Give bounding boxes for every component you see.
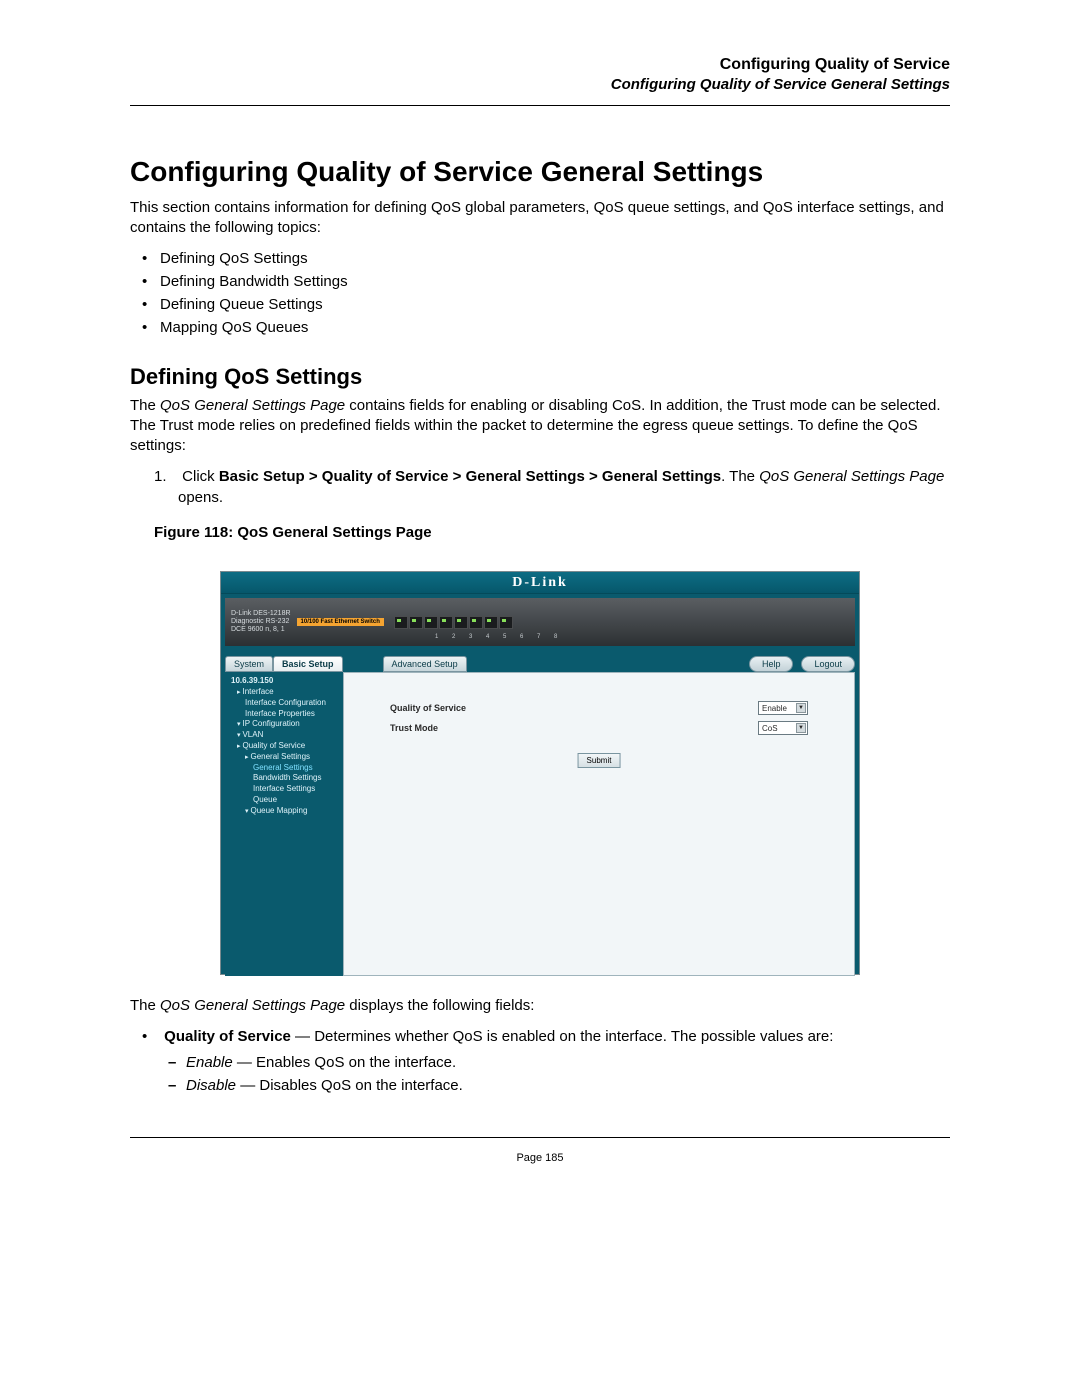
- step-1: 1. Click Basic Setup > Quality of Servic…: [130, 466, 950, 508]
- topics-list: Defining QoS Settings Defining Bandwidth…: [130, 247, 950, 340]
- header-rule: [130, 105, 950, 106]
- tab-basic-setup[interactable]: Basic Setup: [273, 656, 343, 672]
- running-header-title: Configuring Quality of Service: [130, 56, 950, 74]
- page-number: Page 185: [130, 1152, 950, 1164]
- tree-item-interface-properties[interactable]: Interface Properties: [231, 709, 341, 720]
- fast-ethernet-badge: 10/100 Fast Ethernet Switch: [297, 618, 384, 626]
- field-qos: Quality of Service — Determines whether …: [160, 1026, 950, 1097]
- device-model-label: D-Link DES-1218R Diagnostic RS-232 DCE 9…: [231, 610, 291, 635]
- port-icon: [424, 616, 438, 629]
- intro-paragraph: This section contains information for de…: [130, 198, 950, 239]
- topic-item: Mapping QoS Queues: [160, 316, 950, 339]
- fields-list: Quality of Service — Determines whether …: [130, 1026, 950, 1097]
- tree-item-general-settings[interactable]: General Settings: [231, 763, 341, 774]
- content-panel: Quality of Service Enable ▼ Trust Mode C…: [343, 672, 855, 976]
- logout-button[interactable]: Logout: [801, 656, 855, 672]
- trust-mode-label: Trust Mode: [390, 723, 560, 733]
- tree-item-qos[interactable]: Quality of Service: [231, 741, 341, 752]
- qos-label: Quality of Service: [390, 703, 560, 713]
- tree-item-interface[interactable]: Interface: [231, 687, 341, 698]
- tree-item-vlan[interactable]: VLAN: [231, 730, 341, 741]
- trust-mode-select-value: CoS: [762, 724, 778, 733]
- tree-root-ip[interactable]: 10.6.39.150: [231, 676, 341, 687]
- qos-select-value: Enable: [762, 704, 787, 713]
- tree-item-general-settings-group[interactable]: General Settings: [231, 752, 341, 763]
- nav-tree: 10.6.39.150 Interface Interface Configur…: [225, 672, 343, 976]
- field-value-disable: Disable — Disables QoS on the interface.: [186, 1075, 950, 1098]
- port-icon: [409, 616, 423, 629]
- port-icon: [439, 616, 453, 629]
- port-icon: [499, 616, 513, 629]
- trust-mode-select[interactable]: CoS ▼: [758, 721, 808, 735]
- fields-intro: The QoS General Settings Page displays t…: [130, 995, 950, 1016]
- running-header-subtitle: Configuring Quality of Service General S…: [130, 76, 950, 93]
- submit-button[interactable]: Submit: [578, 753, 621, 768]
- tree-item-ip-config[interactable]: IP Configuration: [231, 719, 341, 730]
- dropdown-arrow-icon: ▼: [796, 703, 806, 713]
- field-value-enable: Enable — Enables QoS on the interface.: [186, 1052, 950, 1075]
- help-button[interactable]: Help: [749, 656, 794, 672]
- section-intro: The QoS General Settings Page contains f…: [130, 396, 950, 457]
- tree-item-bandwidth-settings[interactable]: Bandwidth Settings: [231, 773, 341, 784]
- topic-item: Defining Bandwidth Settings: [160, 270, 950, 293]
- page-heading: Configuring Quality of Service General S…: [130, 156, 950, 188]
- tree-item-queue-mapping[interactable]: Queue Mapping: [231, 806, 341, 817]
- port-icon: [454, 616, 468, 629]
- port-icon: [394, 616, 408, 629]
- port-numbers: 1 2 3 4 5 6 7 8: [435, 634, 563, 640]
- brand-bar: D-Link: [221, 572, 859, 594]
- port-icon: [484, 616, 498, 629]
- footer-rule: [130, 1137, 950, 1138]
- tree-item-interface-config[interactable]: Interface Configuration: [231, 698, 341, 709]
- section-heading: Defining QoS Settings: [130, 364, 950, 390]
- figure-qos-general-settings: D-Link D-Link DES-1218R Diagnostic RS-23…: [220, 571, 860, 975]
- figure-caption: Figure 118: QoS General Settings Page: [130, 524, 950, 541]
- topic-item: Defining QoS Settings: [160, 247, 950, 270]
- dropdown-arrow-icon: ▼: [796, 723, 806, 733]
- tab-advanced-setup[interactable]: Advanced Setup: [383, 656, 467, 672]
- tree-item-interface-settings[interactable]: Interface Settings: [231, 784, 341, 795]
- port-icon: [469, 616, 483, 629]
- topic-item: Defining Queue Settings: [160, 293, 950, 316]
- tab-bar: System Basic Setup Advanced Setup Help L…: [225, 652, 855, 672]
- port-row: [394, 616, 513, 629]
- tree-item-queue[interactable]: Queue: [231, 795, 341, 806]
- qos-select[interactable]: Enable ▼: [758, 701, 808, 715]
- tab-system[interactable]: System: [225, 656, 273, 672]
